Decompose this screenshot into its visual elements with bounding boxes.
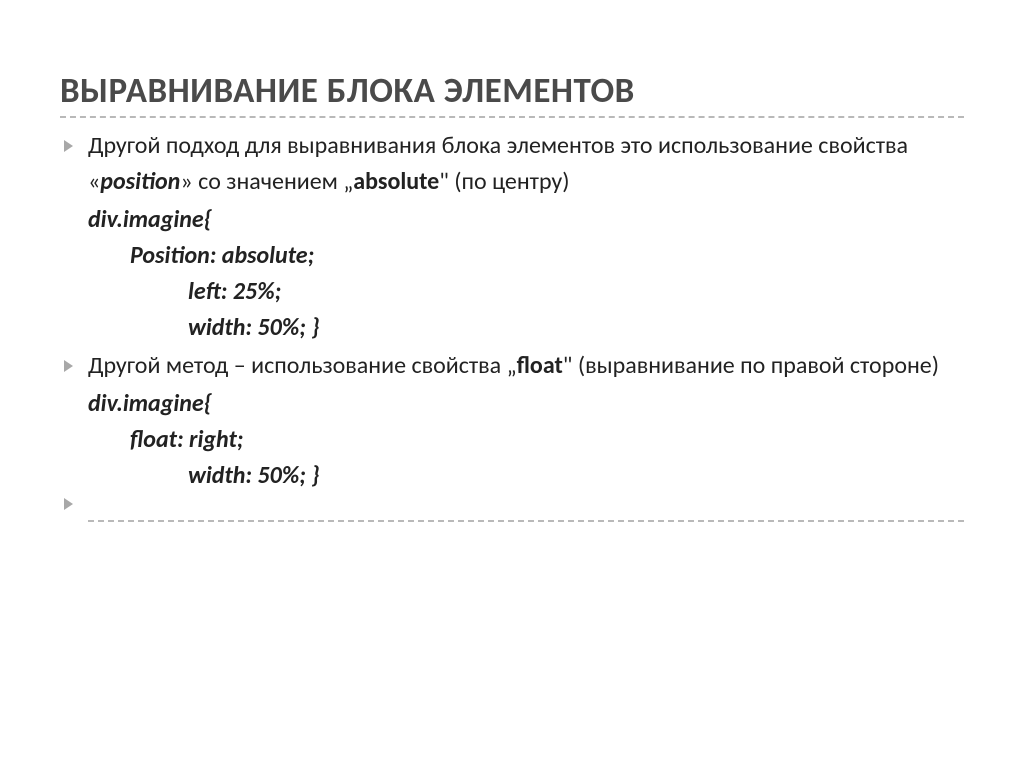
para1-mid: » со значением „ [180, 167, 353, 196]
bullet-paragraph-1: Другой подход для выравнивания блока эле… [60, 128, 964, 200]
slide-content: Другой подход для выравнивания блока эле… [60, 128, 964, 523]
para1-post: " (по центру) [439, 167, 569, 196]
para2-post: " (выравнивание по правой стороне) [563, 351, 939, 380]
code1-line1: div.imagine{ [60, 202, 964, 238]
code1-line3: left: 25%; [60, 274, 964, 310]
code2-line2: float: right; [60, 422, 964, 458]
slide: ВЫРАВНИВАНИЕ БЛОКА ЭЛЕМЕНТОВ Другой подх… [0, 0, 1024, 768]
bottom-rule [88, 520, 964, 523]
para2-val: float [517, 351, 563, 380]
para1-prop: position [100, 167, 180, 196]
empty-bullet [60, 494, 964, 514]
code1-line2: Position: absolute; [60, 238, 964, 274]
code2-line3: width: 50%; } [60, 458, 964, 494]
code1-line4: width: 50%; } [60, 310, 964, 346]
para1-val: absolute [353, 167, 439, 196]
bullet-paragraph-2: Другой метод – использование свойства „f… [60, 348, 964, 384]
code2-line1: div.imagine{ [60, 386, 964, 422]
slide-title: ВЫРАВНИВАНИЕ БЛОКА ЭЛЕМЕНТОВ [60, 70, 964, 118]
para2-pre: Другой метод – использование свойства „ [88, 351, 517, 380]
